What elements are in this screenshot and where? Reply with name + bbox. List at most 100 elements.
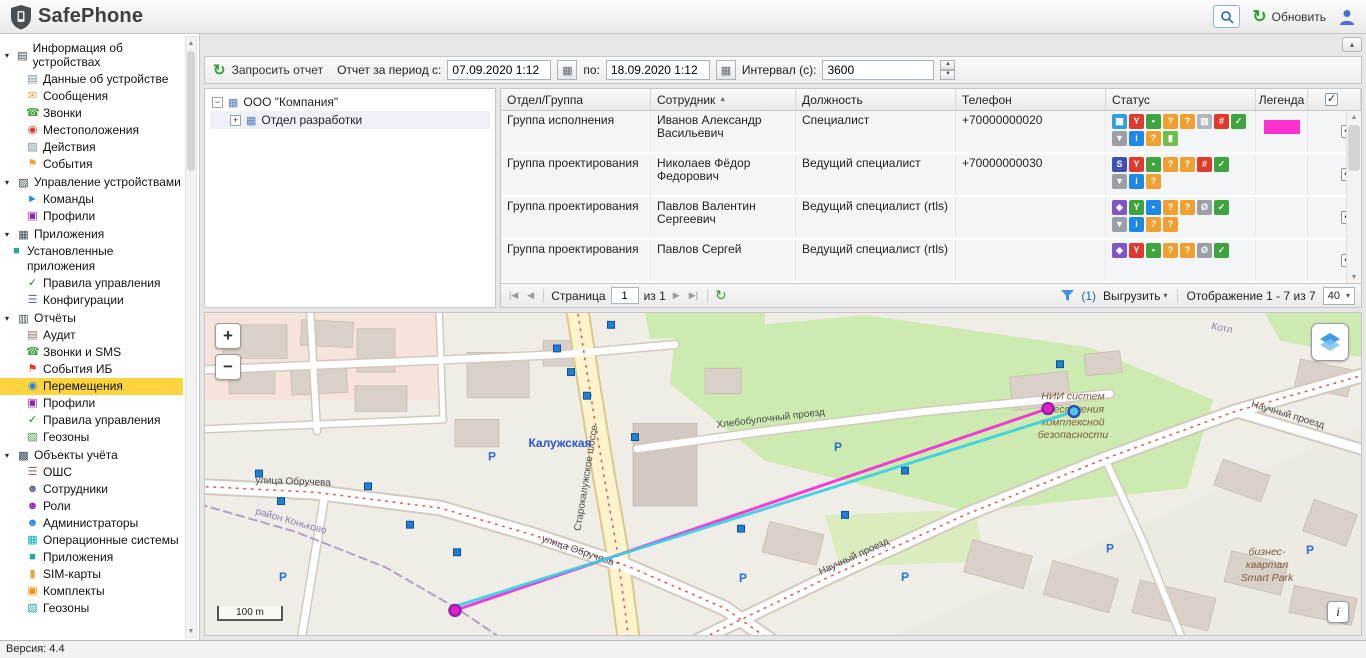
sidebar-item-installed-apps[interactable]: ■Установленные приложения <box>0 243 183 275</box>
first-page-button[interactable]: |◀ <box>507 290 520 301</box>
org-child-label: Отдел разработки <box>261 113 362 127</box>
map-layers-button[interactable] <box>1311 323 1349 361</box>
scrollbar-thumb[interactable] <box>1348 125 1360 171</box>
column-header-status[interactable]: Статус <box>1106 89 1256 110</box>
sidebar-item-administrators[interactable]: ☻Администраторы <box>0 515 183 532</box>
sidebar-item-profiles[interactable]: ▣Профили <box>0 208 183 225</box>
search-button[interactable] <box>1213 5 1240 28</box>
sidebar-item-movements[interactable]: ◉Перемещения <box>0 378 183 395</box>
sidebar-item-actions[interactable]: ▨Действия <box>0 139 183 156</box>
info-status-icon: i <box>1129 217 1144 232</box>
table-row[interactable]: Группа проектирования Павлов Сергей Веду… <box>501 240 1361 283</box>
item-label: Сообщения <box>43 89 108 104</box>
sidebar-item-object-apps[interactable]: ■Приложения <box>0 549 183 566</box>
gps-point <box>554 345 561 352</box>
sidebar-item-device-data[interactable]: ▤Данные об устройстве <box>0 71 183 88</box>
next-page-button[interactable]: ▶ <box>671 290 682 301</box>
stepper-up-icon[interactable]: ▲ <box>940 60 955 70</box>
sidebar-item-security-events[interactable]: ⚑События ИБ <box>0 361 183 378</box>
date-from-input[interactable] <box>447 60 551 80</box>
item-label: Правила управления <box>43 276 161 291</box>
sidebar-item-kits[interactable]: ▣Комплекты <box>0 583 183 600</box>
grid-alert-icon: # <box>1197 157 1212 172</box>
item-label: ОШС <box>43 465 72 480</box>
sidebar-item-calls[interactable]: ☎Звонки <box>0 105 183 122</box>
map-canvas: Старокалужское шоссе улица Обручева улиц… <box>205 313 1361 635</box>
request-report-icon[interactable]: ↻ <box>213 61 226 79</box>
sidebar-item-operating-systems[interactable]: ▦Операционные системы <box>0 532 183 549</box>
sidebar-section-header-objects[interactable]: ▾ ▩ Объекты учёта <box>0 446 183 464</box>
sidebar-item-roles[interactable]: ☻Роли <box>0 498 183 515</box>
filter-icon[interactable] <box>1061 290 1074 302</box>
date-to-input[interactable] <box>606 60 710 80</box>
page-number-input[interactable] <box>611 287 639 304</box>
sidebar-item-events[interactable]: ⚑События <box>0 156 183 173</box>
gps-point <box>256 470 263 477</box>
sidebar-item-report-rules[interactable]: ✓Правила управления <box>0 412 183 429</box>
sidebar-item-audit[interactable]: ▤Аудит <box>0 327 183 344</box>
column-header-phone[interactable]: Телефон <box>956 89 1106 110</box>
map[interactable]: Старокалужское шоссе улица Обручева улиц… <box>204 312 1362 636</box>
sidebar-item-commands[interactable]: ►Команды <box>0 191 183 208</box>
sidebar-scrollbar[interactable]: ▲ ▼ <box>185 36 197 638</box>
sidebar-item-employees[interactable]: ☻Сотрудники <box>0 481 183 498</box>
user-icon[interactable] <box>1338 8 1356 26</box>
question-status-icon: ? <box>1180 243 1195 258</box>
sidebar-item-report-geozones[interactable]: ▧Геозоны <box>0 429 183 446</box>
refresh-button[interactable]: ↻ Обновить <box>1252 9 1326 25</box>
last-page-button[interactable]: ▶| <box>687 290 700 301</box>
zoom-out-button[interactable]: − <box>215 354 241 380</box>
column-header-employee[interactable]: Сотрудник▲ <box>651 89 796 110</box>
table-row[interactable]: Группа проектирования Павлов Валентин Се… <box>501 197 1361 240</box>
column-header-position[interactable]: Должность <box>796 89 956 110</box>
org-tree-child[interactable]: + ▦ Отдел разработки <box>210 111 490 129</box>
sidebar-item-oshs[interactable]: ☰ОШС <box>0 464 183 481</box>
prev-page-button[interactable]: ◀ <box>525 290 536 301</box>
stepper-down-icon[interactable]: ▼ <box>940 70 955 80</box>
sidebar-item-management-rules[interactable]: ✓Правила управления <box>0 275 183 292</box>
calendar-icon[interactable]: ▦ <box>716 60 736 80</box>
calendar-icon[interactable]: ▦ <box>557 60 577 80</box>
geo-status-icon: Y <box>1129 114 1144 129</box>
export-button[interactable]: Выгрузить ▾ <box>1103 289 1168 303</box>
org-tree-root[interactable]: − ▦ ООО "Компания" <box>210 93 490 111</box>
sidebar-item-configurations[interactable]: ☰Конфигурации <box>0 292 183 309</box>
column-header-legend[interactable]: Легенда <box>1256 89 1308 110</box>
map-info-button[interactable]: i <box>1327 601 1349 623</box>
page-size-select[interactable]: 40 ▾ <box>1323 287 1355 305</box>
filter-count: (1) <box>1081 289 1096 303</box>
interval-input[interactable] <box>822 60 934 80</box>
scroll-down-icon[interactable]: ▼ <box>186 625 196 637</box>
sidebar-item-calls-sms[interactable]: ☎Звонки и SMS <box>0 344 183 361</box>
sidebar-item-locations[interactable]: ◉Местоположения <box>0 122 183 139</box>
sidebar-item-sim-cards[interactable]: ▮SIM-карты <box>0 566 183 583</box>
sidebar-item-messages[interactable]: ✉Сообщения <box>0 88 183 105</box>
scroll-up-icon[interactable]: ▲ <box>186 37 196 49</box>
refresh-label: Обновить <box>1272 10 1326 24</box>
refresh-grid-icon[interactable]: ↻ <box>715 287 727 304</box>
sidebar-section-header-reports[interactable]: ▾ ▥ Отчёты <box>0 309 183 327</box>
item-label: Звонки <box>43 106 82 121</box>
sidebar-item-geozones[interactable]: ▧Геозоны <box>0 600 183 617</box>
scrollbar-thumb[interactable] <box>187 51 195 171</box>
expand-node-icon[interactable]: + <box>230 115 241 126</box>
section-label: Информация об устройствах <box>33 41 183 69</box>
scroll-down-icon[interactable]: ▼ <box>1347 271 1361 283</box>
sidebar-section-header-device-management[interactable]: ▾ ▨ Управление устройствами <box>0 173 183 191</box>
item-label: Операционные системы <box>43 533 179 548</box>
collapse-node-icon[interactable]: − <box>212 97 223 108</box>
column-header-group[interactable]: Отдел/Группа <box>501 89 651 110</box>
interval-stepper: ▲ ▼ <box>940 60 955 80</box>
table-row[interactable]: Группа проектирования Николаев Фёдор Фед… <box>501 154 1361 197</box>
gps-point <box>632 434 639 441</box>
grid-scrollbar[interactable]: ▲ ▼ <box>1346 111 1361 283</box>
sidebar-section-header-applications[interactable]: ▾ ▦ Приложения <box>0 225 183 243</box>
select-all-checkbox[interactable] <box>1325 93 1338 106</box>
zoom-in-button[interactable]: + <box>215 323 241 349</box>
collapse-panel-button[interactable]: ▴ <box>1342 37 1362 52</box>
request-report-button[interactable]: Запросить отчет <box>232 63 323 77</box>
sidebar-item-report-profiles[interactable]: ▣Профили <box>0 395 183 412</box>
table-row[interactable]: Группа исполнения Иванов Александр Васил… <box>501 111 1361 154</box>
scroll-up-icon[interactable]: ▲ <box>1347 111 1361 123</box>
sidebar-section-header-device-info[interactable]: ▾ ▤ Информация об устройствах <box>0 39 183 71</box>
